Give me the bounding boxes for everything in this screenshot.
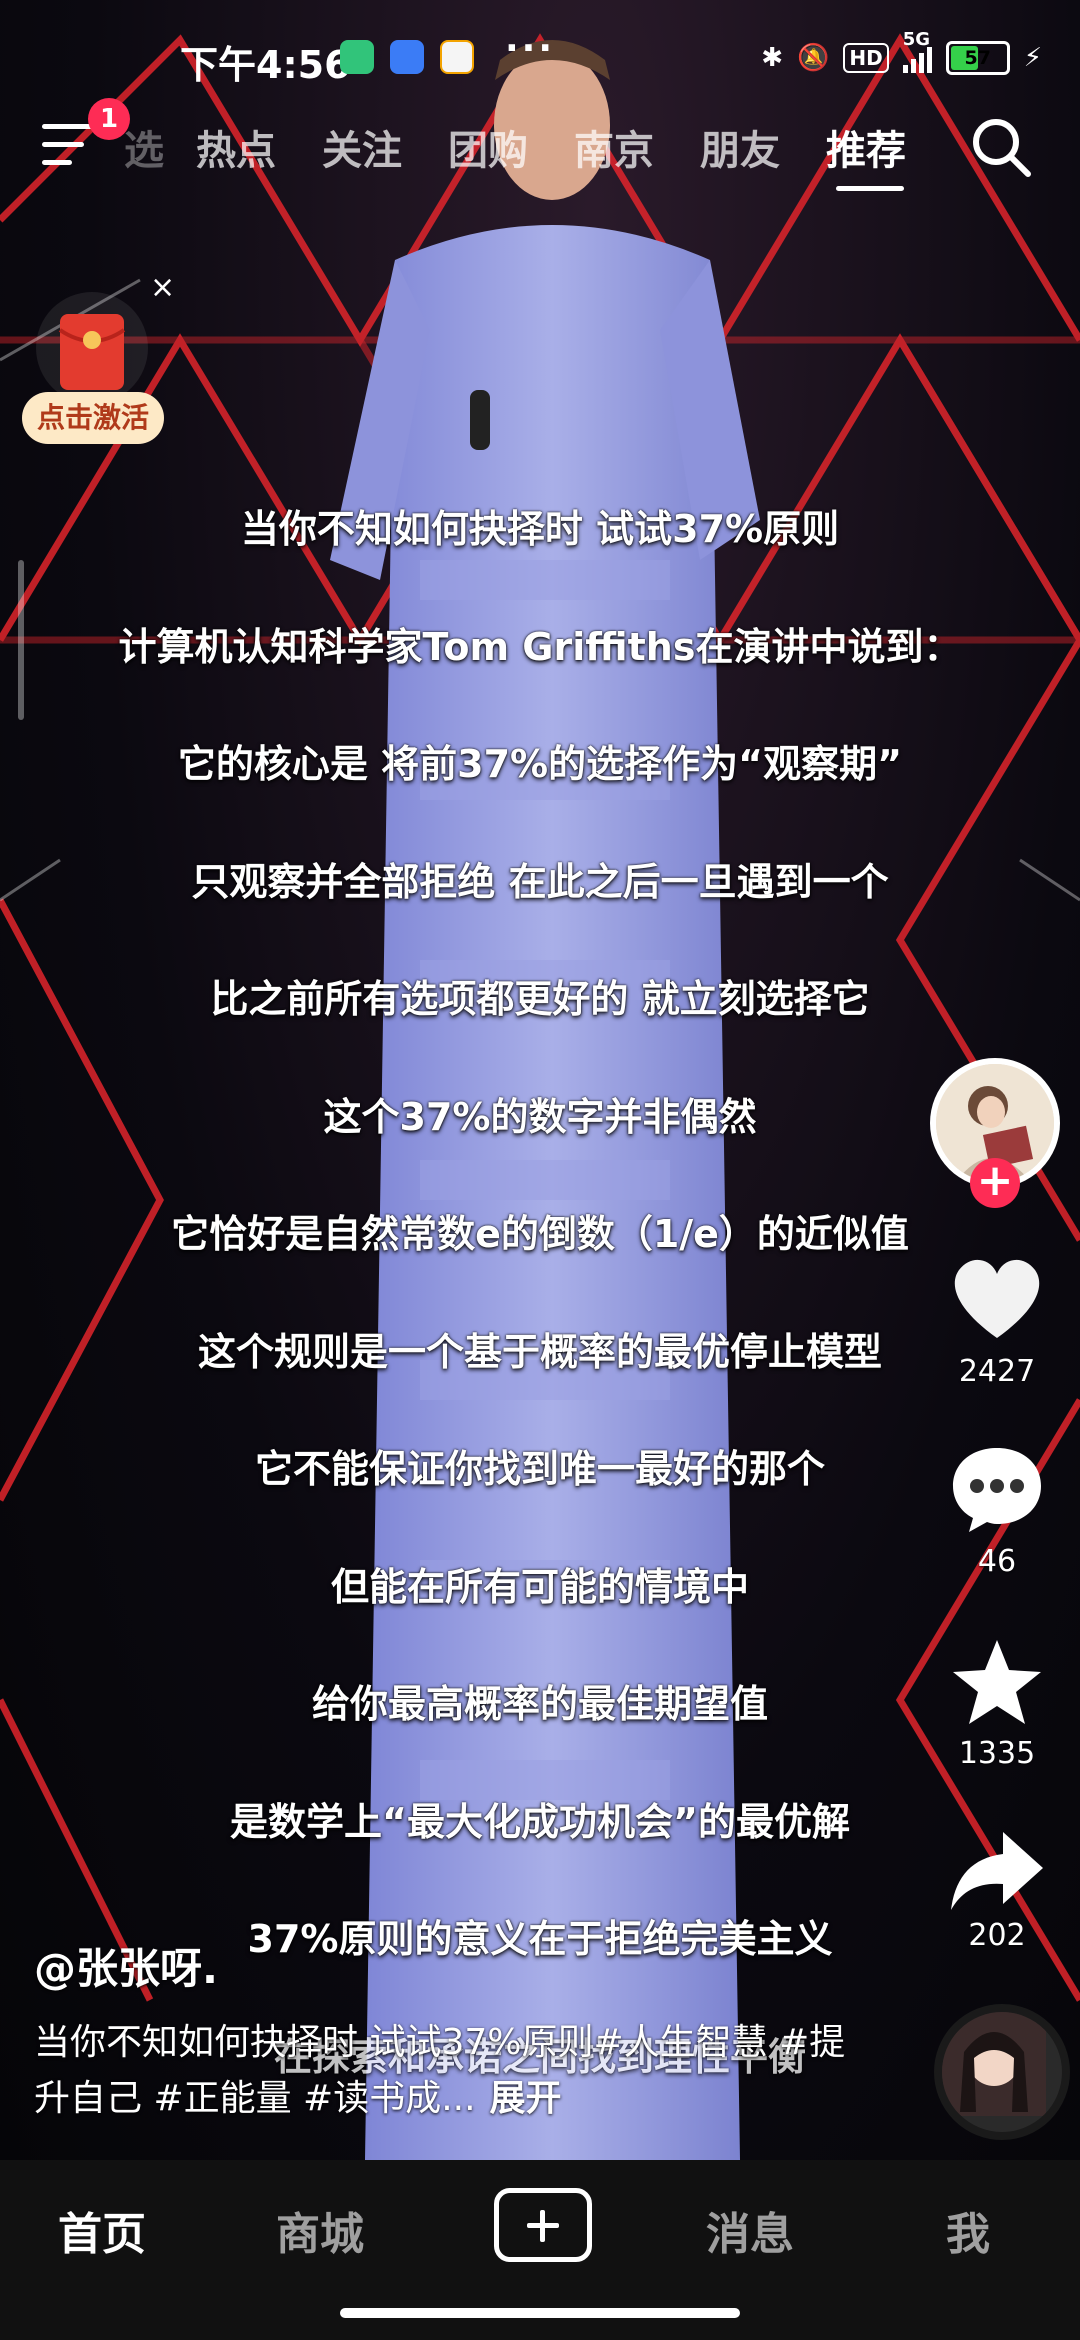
nav-me[interactable]: 我 xyxy=(946,2198,990,2262)
caption-line: 它的核心是 将前37%的选择作为“观察期” xyxy=(177,742,903,786)
comment-count: 46 xyxy=(977,1544,1017,1579)
follow-button[interactable]: + xyxy=(970,1158,1020,1208)
network-type: 5G xyxy=(902,29,931,50)
tab-friends[interactable]: 朋友 xyxy=(700,118,780,176)
battery-level: 57 xyxy=(964,47,991,69)
search-icon[interactable] xyxy=(966,112,1036,182)
music-cover-icon xyxy=(942,2012,1046,2116)
status-right-icons: ✱ 🔕 HD 5G 57 ⚡ xyxy=(761,29,1042,78)
share-icon[interactable] xyxy=(945,1822,1049,1918)
nav-mall[interactable]: 商城 xyxy=(276,2198,364,2262)
status-time: 下午4:56 xyxy=(180,43,351,87)
app-notification-icon xyxy=(340,40,374,74)
nav-messages[interactable]: 消息 xyxy=(706,2198,794,2262)
home-indicator[interactable] xyxy=(340,2308,740,2318)
heart-icon[interactable] xyxy=(945,1250,1049,1346)
expand-link[interactable]: 展开 xyxy=(490,2078,562,2119)
tab-partial[interactable]: 选 xyxy=(124,118,164,176)
status-bar: 下午4:56 ··· ✱ 🔕 HD 5G 57 ⚡ xyxy=(0,0,1080,110)
tab-group-buy[interactable]: 团购 xyxy=(448,118,528,176)
music-disc[interactable] xyxy=(934,2004,1070,2140)
caption-line: 这个规则是一个基于概率的最优停止模型 xyxy=(197,1329,882,1374)
battery-icon: 57 xyxy=(945,41,1010,75)
like-count: 2427 xyxy=(958,1354,1036,1389)
app-58-icon xyxy=(440,40,474,74)
tab-following[interactable]: 关注 xyxy=(322,118,402,176)
nav-home[interactable]: 首页 xyxy=(58,2198,146,2262)
caption-line: 它恰好是自然常数e的倒数（1/e）的近似值 xyxy=(171,1212,909,1256)
caption-line: 是数学上“最大化成功机会”的最优解 xyxy=(230,1799,850,1844)
bluetooth-icon: ✱ xyxy=(761,43,784,73)
caption-line: 这个37%的数字并非偶然 xyxy=(323,1094,757,1139)
caption-line: 比之前所有选项都更好的 就立刻选择它 xyxy=(210,977,870,1021)
caption-line: 当你不知如何抉择时 试试37%原则 xyxy=(240,507,840,551)
promo-activate-label[interactable]: 点击激活 xyxy=(22,392,164,444)
caption-line: 计算机认知科学家Tom Griffiths在演讲中说到： xyxy=(118,624,962,669)
post-description[interactable]: 当你不知如何抉择时 试试37%原则#人生智慧 #提升自己 #正能量 #读书成..… xyxy=(34,2015,854,2127)
cloud-app-icon xyxy=(390,40,424,74)
tab-recommended[interactable]: 推荐 xyxy=(826,118,906,176)
signal-icon: 5G xyxy=(902,29,932,73)
favorite-count: 1335 xyxy=(958,1736,1036,1771)
caption-line: 但能在所有可能的情境中 xyxy=(330,1564,749,1609)
caption-line: 只观察并全部拒绝 在此之后一旦遇到一个 xyxy=(191,859,889,904)
red-envelope-icon xyxy=(36,292,148,404)
mute-bell-icon: 🔕 xyxy=(797,43,830,73)
caption-line: 它不能保证你找到唯一最好的那个 xyxy=(254,1447,825,1491)
charging-icon: ⚡ xyxy=(1023,43,1042,73)
hd-icon: HD xyxy=(843,43,889,73)
star-icon[interactable] xyxy=(945,1634,1049,1730)
author-name[interactable]: @张张呀. xyxy=(34,1935,218,1996)
active-tab-indicator xyxy=(836,186,904,191)
description-text: 当你不知如何抉择时 试试37%原则#人生智慧 #提升自己 #正能量 #读书成..… xyxy=(34,2022,846,2119)
tab-hot[interactable]: 热点 xyxy=(196,118,276,176)
promo-close-icon[interactable]: × xyxy=(150,270,175,305)
comment-icon[interactable] xyxy=(945,1440,1049,1536)
share-count: 202 xyxy=(968,1918,1026,1953)
more-notifications-icon: ··· xyxy=(505,28,556,69)
caption-line: 给你最高概率的最佳期望值 xyxy=(311,1682,768,1726)
create-post-button[interactable] xyxy=(494,2188,592,2262)
tab-nanjing[interactable]: 南京 xyxy=(574,118,654,176)
